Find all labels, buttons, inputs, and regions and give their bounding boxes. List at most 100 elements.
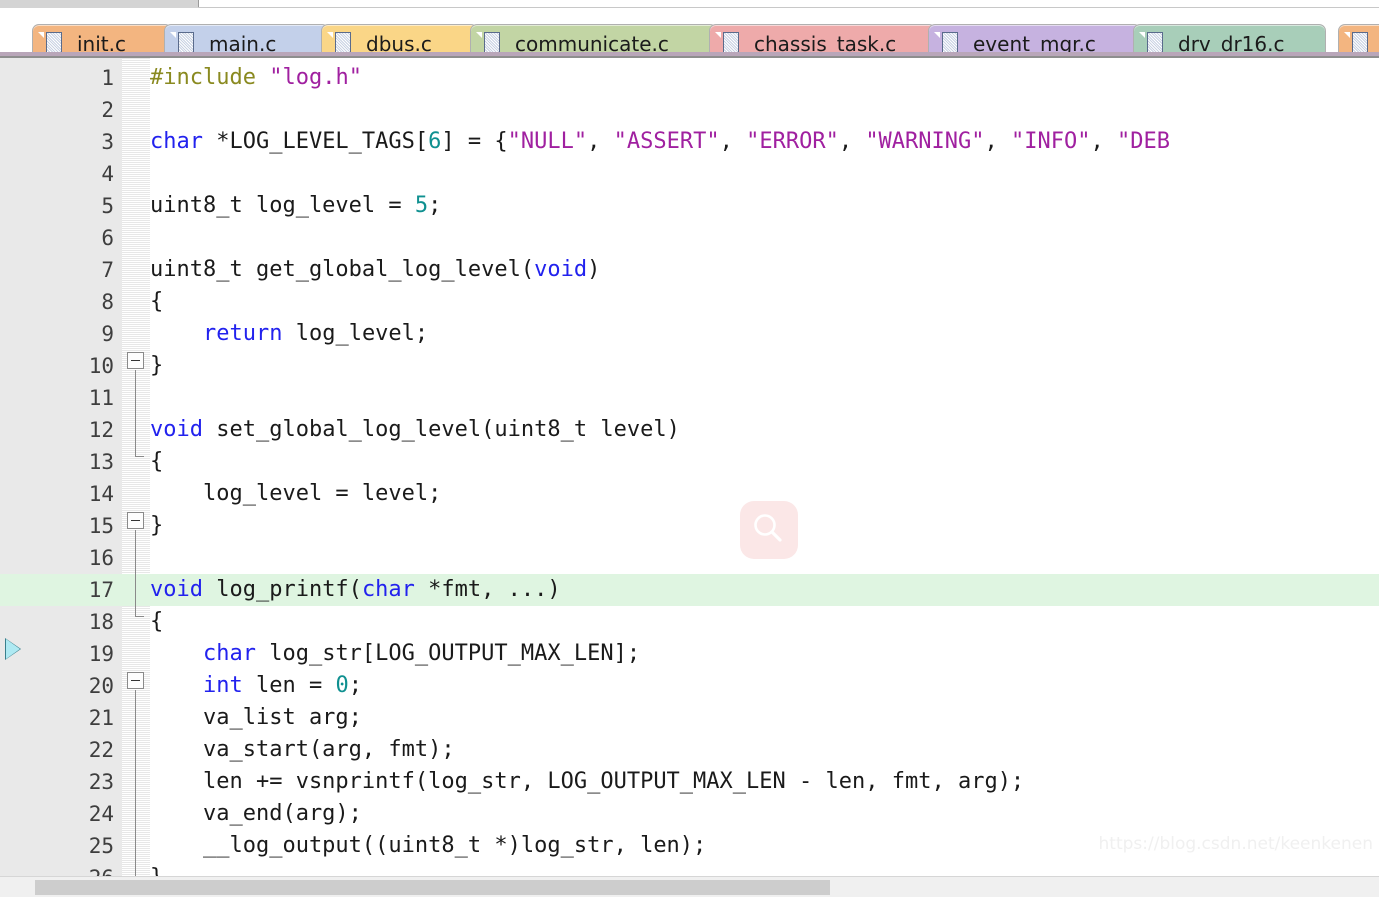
code-line-text[interactable]: va_list arg; <box>150 702 362 734</box>
token: log_level = level; <box>150 481 442 506</box>
line-number: 4 <box>101 162 114 186</box>
line-number: 22 <box>88 738 114 762</box>
line-number: 21 <box>88 706 114 730</box>
code-line[interactable]: 5 uint8_t log_level = 5; <box>0 190 1379 222</box>
token: uint8_t log_level = <box>150 193 415 218</box>
token: va_end(arg); <box>150 801 362 826</box>
token: char <box>361 577 415 602</box>
line-number: 13 <box>88 450 114 474</box>
token: va_start(arg, fmt); <box>150 737 455 762</box>
code-line-text[interactable]: len += vsnprintf(log_str, LOG_OUTPUT_MAX… <box>150 766 1024 798</box>
token: ; <box>348 673 362 698</box>
code-line[interactable]: 22 va_start(arg, fmt); <box>0 734 1379 766</box>
code-line-text[interactable]: int len = 0; <box>150 670 362 702</box>
token: , <box>587 129 614 154</box>
code-line-text[interactable]: log_level = level; <box>150 478 441 510</box>
code-line[interactable]: 20 int len = 0; <box>0 670 1379 702</box>
fold-toggle[interactable] <box>127 352 144 369</box>
fold-range-end <box>135 616 144 617</box>
code-editor[interactable]: 1 #include "log.h" 2 3 char *LOG_LEVEL_TAGS[… <box>0 58 1379 876</box>
bookmark-marker[interactable] <box>6 639 20 659</box>
token: ] = { <box>441 129 508 154</box>
code-line[interactable]: 26} <box>0 862 1379 876</box>
fold-toggle[interactable] <box>127 672 144 689</box>
code-line[interactable]: 24 va_end(arg); <box>0 798 1379 830</box>
editor-window: init.c main.c dbus.c communicate.c chassis_t… <box>0 0 1379 897</box>
code-line-text[interactable]: va_start(arg, fmt); <box>150 734 455 766</box>
code-line[interactable]: 4 <box>0 158 1379 190</box>
code-line[interactable]: 23 len += vsnprintf(log_str, LOG_OUTPUT_… <box>0 766 1379 798</box>
token: 0 <box>335 673 349 698</box>
code-line[interactable]: 12 void set_global_log_level(uint8_t leve… <box>0 414 1379 446</box>
token: , <box>719 129 747 154</box>
horizontal-scrollbar-thumb[interactable] <box>35 880 830 895</box>
code-line-text[interactable]: { <box>150 286 163 318</box>
code-line[interactable]: 7 uint8_t get_global_log_level(void) <box>0 254 1379 286</box>
code-line[interactable]: 15} <box>0 510 1379 542</box>
fold-toggle[interactable] <box>127 512 144 529</box>
token: *fmt, ...) <box>414 577 561 602</box>
code-line[interactable]: 8{ <box>0 286 1379 318</box>
line-number: 2 <box>101 98 114 122</box>
code-line-text[interactable]: { <box>150 446 163 478</box>
token: "DEB <box>1117 129 1170 154</box>
line-number: 10 <box>88 354 114 378</box>
code-text-area[interactable]: 1 #include "log.h" 2 3 char *LOG_LEVEL_TAGS[… <box>0 58 1379 876</box>
token: { <box>150 449 164 474</box>
token: char <box>202 641 256 666</box>
code-line-text[interactable]: void log_printf(char *fmt, ...) <box>150 574 561 606</box>
code-line-text[interactable]: return log_level; <box>150 318 428 350</box>
code-line-text[interactable]: uint8_t log_level = 5; <box>150 190 441 222</box>
code-line-text[interactable]: } <box>150 510 163 542</box>
code-line[interactable]: 6 <box>0 222 1379 254</box>
code-line-text[interactable]: } <box>150 350 163 382</box>
fold-range-line <box>135 530 136 616</box>
token: , <box>984 129 1012 154</box>
code-line[interactable]: 14 log_level = level; <box>0 478 1379 510</box>
code-line[interactable]: 11 <box>0 382 1379 414</box>
code-line-text[interactable]: uint8_t get_global_log_level(void) <box>150 254 600 286</box>
token: #include <box>150 65 270 90</box>
code-line[interactable]: 9 return log_level; <box>0 318 1379 350</box>
code-line[interactable]: 1 #include "log.h" <box>0 62 1379 94</box>
code-line-text[interactable]: va_end(arg); <box>150 798 362 830</box>
token: { <box>150 289 164 314</box>
token: *LOG_LEVEL_TAGS[ <box>202 129 429 154</box>
token: } <box>150 353 164 378</box>
fold-range-line <box>135 370 136 456</box>
code-line[interactable]: 18 { <box>0 606 1379 638</box>
token: int <box>202 673 243 698</box>
line-number: 25 <box>88 834 114 858</box>
line-number: 15 <box>88 514 114 538</box>
search-icon <box>740 501 798 559</box>
code-line[interactable]: 16 <box>0 542 1379 574</box>
code-line[interactable]: 19 char log_str[LOG_OUTPUT_MAX_LEN]; <box>0 638 1379 670</box>
token: log_printf( <box>202 577 362 602</box>
line-number: 5 <box>101 194 114 218</box>
code-line[interactable]: 10} <box>0 350 1379 382</box>
line-number: 11 <box>88 386 114 410</box>
code-line[interactable]: 17 void log_printf(char *fmt, ...) <box>0 574 1379 606</box>
horizontal-scrollbar[interactable] <box>0 876 1379 897</box>
code-line[interactable]: 3 char *LOG_LEVEL_TAGS[6] = {"NULL", "ASS… <box>0 126 1379 158</box>
token: set_global_log_level(uint8_t level) <box>202 417 680 442</box>
line-number: 20 <box>88 674 114 698</box>
code-line-text[interactable]: char log_str[LOG_OUTPUT_MAX_LEN]; <box>150 638 640 670</box>
file-tab-bar[interactable]: init.c main.c dbus.c communicate.c chassis_t… <box>0 10 1379 62</box>
code-line[interactable]: 13 { <box>0 446 1379 478</box>
token: __log_output((uint8_t *)log_str, len); <box>150 833 707 858</box>
code-line-text[interactable]: #include "log.h" <box>150 62 362 94</box>
code-line-text[interactable]: __log_output((uint8_t *)log_str, len); <box>150 830 706 862</box>
code-line-text[interactable]: void set_global_log_level(uint8_t level) <box>150 414 680 446</box>
token: void <box>534 257 588 282</box>
token: 5 <box>414 193 429 218</box>
code-line[interactable]: 2 <box>0 94 1379 126</box>
code-line[interactable]: 21 va_list arg; <box>0 702 1379 734</box>
code-line-text[interactable]: } <box>150 862 163 876</box>
code-line-text[interactable]: char *LOG_LEVEL_TAGS[6] = {"NULL", "ASSE… <box>150 126 1170 158</box>
line-number: 16 <box>88 546 114 570</box>
token: } <box>150 513 164 538</box>
code-line-text[interactable]: { <box>150 606 163 638</box>
